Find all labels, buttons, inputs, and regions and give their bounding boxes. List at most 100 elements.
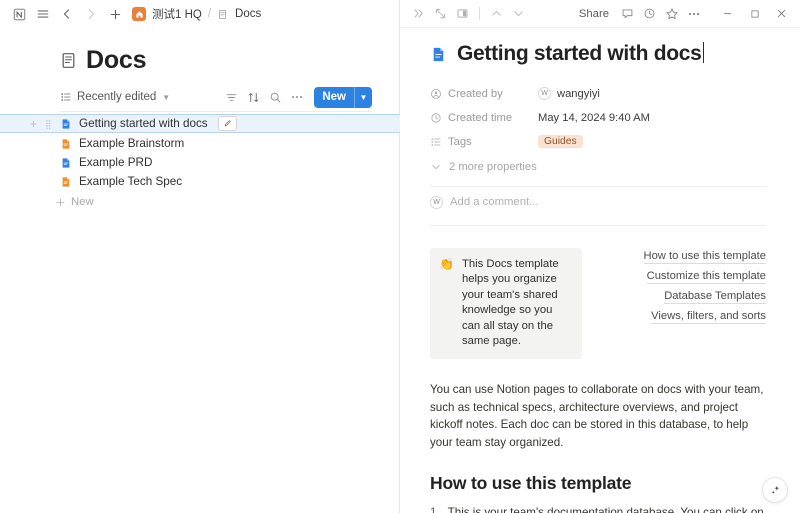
- ellipsis-icon[interactable]: [683, 3, 704, 24]
- chevron-up-icon[interactable]: [486, 3, 507, 24]
- comment-placeholder: Add a comment...: [450, 196, 539, 208]
- new-row-label: New: [71, 196, 94, 208]
- property-key-label: Created by: [448, 88, 503, 100]
- list-item[interactable]: Example Tech Spec: [0, 173, 399, 190]
- notion-logo-icon[interactable]: [8, 3, 30, 25]
- property-key-label: Created time: [448, 112, 512, 124]
- panel-icon[interactable]: [452, 3, 473, 24]
- list-item-label: Example Brainstorm: [79, 137, 184, 150]
- diagonal-arrows-icon[interactable]: [430, 3, 451, 24]
- edit-pencil-icon[interactable]: [218, 116, 237, 131]
- doc-icon: [60, 176, 72, 188]
- forward-icon[interactable]: [80, 3, 102, 25]
- page-title-text[interactable]: Getting started with docs: [457, 42, 704, 66]
- page-title-value: Getting started with docs: [457, 42, 702, 65]
- doc-list: + ⣿ Getting started with docs Example Br…: [0, 114, 399, 208]
- plus-icon[interactable]: +: [30, 117, 37, 131]
- database-doc-icon: [60, 52, 77, 69]
- doc-icon: [217, 9, 228, 20]
- list-icon: [430, 136, 442, 148]
- template-link-list: How to use this template Customize this …: [596, 248, 766, 359]
- section-heading: How to use this template: [430, 473, 766, 494]
- property-key: Tags: [430, 136, 538, 148]
- list-item-label: Getting started with docs: [79, 117, 208, 130]
- share-button[interactable]: Share: [572, 4, 616, 24]
- database-title-row: Docs: [60, 46, 399, 75]
- avatar: W: [538, 87, 551, 100]
- home-icon[interactable]: [132, 7, 146, 21]
- ellipsis-icon[interactable]: [286, 86, 308, 108]
- new-button[interactable]: New ▼: [314, 87, 372, 108]
- property-value-label: wangyiyi: [557, 88, 600, 100]
- close-icon[interactable]: [769, 3, 794, 25]
- chevron-down-icon[interactable]: ▼: [354, 87, 372, 108]
- body-paragraph: You can use Notion pages to collaborate …: [430, 381, 766, 451]
- page-title: Docs: [86, 46, 146, 75]
- person-icon: [430, 88, 442, 100]
- clap-emoji-icon: 👏: [439, 257, 454, 272]
- template-link[interactable]: How to use this template: [644, 250, 767, 264]
- list-item-number: 1.: [430, 504, 440, 513]
- property-value: W wangyiyi: [538, 87, 600, 100]
- list-item[interactable]: + ⣿ Getting started with docs: [0, 114, 400, 133]
- doc-icon: [60, 157, 72, 169]
- double-chevron-right-icon[interactable]: [408, 3, 429, 24]
- plus-icon[interactable]: [104, 3, 126, 25]
- right-topbar: Share: [400, 0, 800, 28]
- breadcrumb-workspace[interactable]: 测试1 HQ: [152, 6, 202, 22]
- page-title-row: Getting started with docs: [430, 42, 766, 66]
- clock-icon: [430, 112, 442, 124]
- filter-icon[interactable]: [220, 86, 242, 108]
- property-row-tags[interactable]: Tags Guides: [430, 130, 766, 153]
- status-badge: Guides: [538, 135, 583, 148]
- breadcrumb-separator: /: [208, 8, 211, 20]
- drag-handle-icon[interactable]: ⣿: [45, 121, 53, 127]
- callout-and-links: 👏 This Docs template helps you organize …: [430, 248, 766, 359]
- divider: [430, 225, 766, 226]
- right-pane: Share: [400, 0, 800, 513]
- left-pane: 测试1 HQ / Docs Docs Recently edited ▼: [0, 0, 400, 513]
- list-item-text: This is your team's documentation databa…: [448, 504, 766, 513]
- sort-icon[interactable]: [242, 86, 264, 108]
- doc-icon: [60, 118, 72, 130]
- template-link[interactable]: Customize this template: [647, 270, 766, 284]
- chevron-down-icon[interactable]: [508, 3, 529, 24]
- menu-icon[interactable]: [32, 3, 54, 25]
- property-key: Created time: [430, 112, 538, 124]
- star-icon[interactable]: [661, 3, 682, 24]
- app-window: 测试1 HQ / Docs Docs Recently edited ▼: [0, 0, 800, 513]
- property-row-created-by[interactable]: Created by W wangyiyi: [430, 82, 766, 105]
- maximize-icon[interactable]: [742, 3, 767, 25]
- list-item[interactable]: Example PRD: [0, 154, 399, 171]
- template-link[interactable]: Views, filters, and sorts: [651, 310, 766, 324]
- page-content: Getting started with docs Created by W w…: [400, 28, 800, 513]
- view-tab-recently-edited[interactable]: Recently edited ▼: [60, 91, 170, 103]
- list-item-label: Example Tech Spec: [79, 175, 182, 188]
- list-view-icon: [60, 91, 72, 103]
- new-row-button[interactable]: New: [0, 196, 399, 208]
- minimize-icon[interactable]: [715, 3, 740, 25]
- view-toolbar: Recently edited ▼ New ▼: [60, 88, 372, 112]
- window-controls: [715, 3, 794, 25]
- property-value: May 14, 2024 9:40 AM: [538, 112, 650, 124]
- property-key-label: Tags: [448, 136, 472, 148]
- doc-icon: [60, 138, 72, 150]
- list-item[interactable]: Example Brainstorm: [0, 135, 399, 152]
- add-comment-row[interactable]: W Add a comment...: [430, 187, 766, 217]
- back-icon[interactable]: [56, 3, 78, 25]
- numbered-list: 1. This is your team's documentation dat…: [430, 504, 766, 513]
- more-properties-toggle[interactable]: 2 more properties: [430, 156, 766, 178]
- sparkle-icon[interactable]: [762, 477, 788, 503]
- doc-icon: [430, 46, 447, 63]
- text-caret: [703, 42, 704, 63]
- property-row-created-time[interactable]: Created time May 14, 2024 9:40 AM: [430, 106, 766, 129]
- more-properties-label: 2 more properties: [449, 161, 537, 173]
- template-link[interactable]: Database Templates: [664, 290, 766, 304]
- breadcrumb-page[interactable]: Docs: [235, 8, 261, 20]
- clock-icon[interactable]: [639, 3, 660, 24]
- chevron-down-icon: ▼: [162, 93, 170, 102]
- callout-block[interactable]: 👏 This Docs template helps you organize …: [430, 248, 582, 359]
- view-tab-label: Recently edited: [77, 91, 156, 103]
- comment-icon[interactable]: [617, 3, 638, 24]
- search-icon[interactable]: [264, 86, 286, 108]
